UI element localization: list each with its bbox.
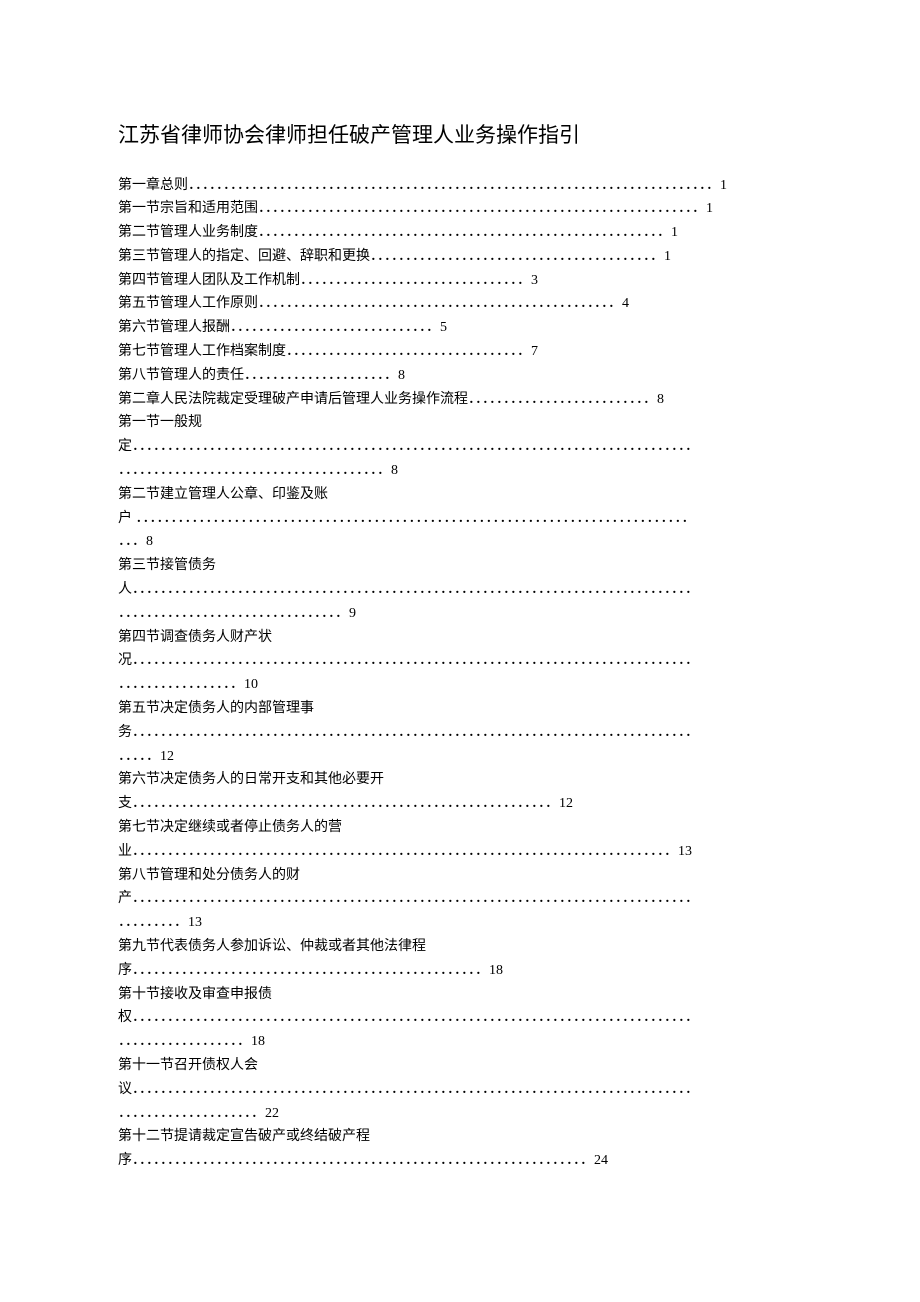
toc-entry: 支．．．．．．．．．．．．．．．．．．．．．．．．．．．．．．．．．．．．．．．… <box>118 792 802 816</box>
toc-entry: 第五节管理人工作原则．．．．．．．．．．．．．．．．．．．．．．．．．．．．．．… <box>118 292 802 316</box>
toc-entry: ．．．8 <box>118 530 802 554</box>
toc-entry: ．．．．．．．．．13 <box>118 911 802 935</box>
toc-entry: 权．．．．．．．．．．．．．．．．．．．．．．．．．．．．．．．．．．．．．．．… <box>118 1006 802 1030</box>
toc-entry: 第六节管理人报酬．．．．．．．．．．．．．．．．．．．．．．．．．．．．．5 <box>118 316 802 340</box>
toc-entry: ．．．．．．．．．．．．．．．．．．．．．．．．．．．．．．．．．．．．．．8 <box>118 459 802 483</box>
toc-entry: 第十节接收及审查申报债 <box>118 983 802 1007</box>
toc-entry: 第一章总则．．．．．．．．．．．．．．．．．．．．．．．．．．．．．．．．．．．… <box>118 174 802 198</box>
toc-entry: 第八节管理和处分债务人的财 <box>118 864 802 888</box>
toc-entry: 第一节一般规 <box>118 411 802 435</box>
toc-entry: ．．．．．．．．．．．．．．．．．．．．22 <box>118 1102 802 1126</box>
toc-entry: 第二章人民法院裁定受理破产申请后管理人业务操作流程．．．．．．．．．．．．．．．… <box>118 388 802 412</box>
toc-entry: 序．．．．．．．．．．．．．．．．．．．．．．．．．．．．．．．．．．．．．．．… <box>118 959 802 983</box>
toc-entry: 第九节代表债务人参加诉讼、仲裁或者其他法律程 <box>118 935 802 959</box>
toc-entry: 议．．．．．．．．．．．．．．．．．．．．．．．．．．．．．．．．．．．．．．．… <box>118 1078 802 1102</box>
toc-entry: 业．．．．．．．．．．．．．．．．．．．．．．．．．．．．．．．．．．．．．．．… <box>118 840 802 864</box>
toc-entry: 第四节调查债务人财产状 <box>118 626 802 650</box>
table-of-contents: 第一章总则．．．．．．．．．．．．．．．．．．．．．．．．．．．．．．．．．．．… <box>118 174 802 1173</box>
toc-entry: 第八节管理人的责任．．．．．．．．．．．．．．．．．．．．．8 <box>118 364 802 388</box>
document-page: 江苏省律师协会律师担任破产管理人业务操作指引 第一章总则．．．．．．．．．．．．… <box>0 0 920 1253</box>
toc-entry: ．．．．．．．．．．．．．．．．．10 <box>118 673 802 697</box>
toc-entry: ．．．．．12 <box>118 745 802 769</box>
toc-entry: 第一节宗旨和适用范围．．．．．．．．．．．．．．．．．．．．．．．．．．．．．．… <box>118 197 802 221</box>
toc-entry: 务．．．．．．．．．．．．．．．．．．．．．．．．．．．．．．．．．．．．．．．… <box>118 721 802 745</box>
toc-entry: 产．．．．．．．．．．．．．．．．．．．．．．．．．．．．．．．．．．．．．．．… <box>118 887 802 911</box>
toc-entry: 序．．．．．．．．．．．．．．．．．．．．．．．．．．．．．．．．．．．．．．．… <box>118 1149 802 1173</box>
toc-entry: 户 ．．．．．．．．．．．．．．．．．．．．．．．．．．．．．．．．．．．．．．… <box>118 507 802 531</box>
toc-entry: 第七节管理人工作档案制度．．．．．．．．．．．．．．．．．．．．．．．．．．．．… <box>118 340 802 364</box>
toc-entry: 第七节决定继续或者停止债务人的营 <box>118 816 802 840</box>
toc-entry: 第十二节提请裁定宣告破产或终结破产程 <box>118 1125 802 1149</box>
document-title: 江苏省律师协会律师担任破产管理人业务操作指引 <box>118 120 802 152</box>
toc-entry: 第四节管理人团队及工作机制．．．．．．．．．．．．．．．．．．．．．．．．．．．… <box>118 269 802 293</box>
toc-entry: 第三节管理人的指定、回避、辞职和更换．．．．．．．．．．．．．．．．．．．．．．… <box>118 245 802 269</box>
toc-entry: 第二节管理人业务制度．．．．．．．．．．．．．．．．．．．．．．．．．．．．．．… <box>118 221 802 245</box>
toc-entry: 第十一节召开债权人会 <box>118 1054 802 1078</box>
toc-entry: 第五节决定债务人的内部管理事 <box>118 697 802 721</box>
toc-entry: ．．．．．．．．．．．．．．．．．．18 <box>118 1030 802 1054</box>
toc-entry: 第二节建立管理人公章、印鉴及账 <box>118 483 802 507</box>
toc-entry: ．．．．．．．．．．．．．．．．．．．．．．．．．．．．．．．．9 <box>118 602 802 626</box>
toc-entry: 第三节接管债务 <box>118 554 802 578</box>
toc-entry: 况．．．．．．．．．．．．．．．．．．．．．．．．．．．．．．．．．．．．．．．… <box>118 649 802 673</box>
toc-entry: 第六节决定债务人的日常开支和其他必要开 <box>118 768 802 792</box>
toc-entry: 人．．．．．．．．．．．．．．．．．．．．．．．．．．．．．．．．．．．．．．．… <box>118 578 802 602</box>
toc-entry: 定．．．．．．．．．．．．．．．．．．．．．．．．．．．．．．．．．．．．．．．… <box>118 435 802 459</box>
